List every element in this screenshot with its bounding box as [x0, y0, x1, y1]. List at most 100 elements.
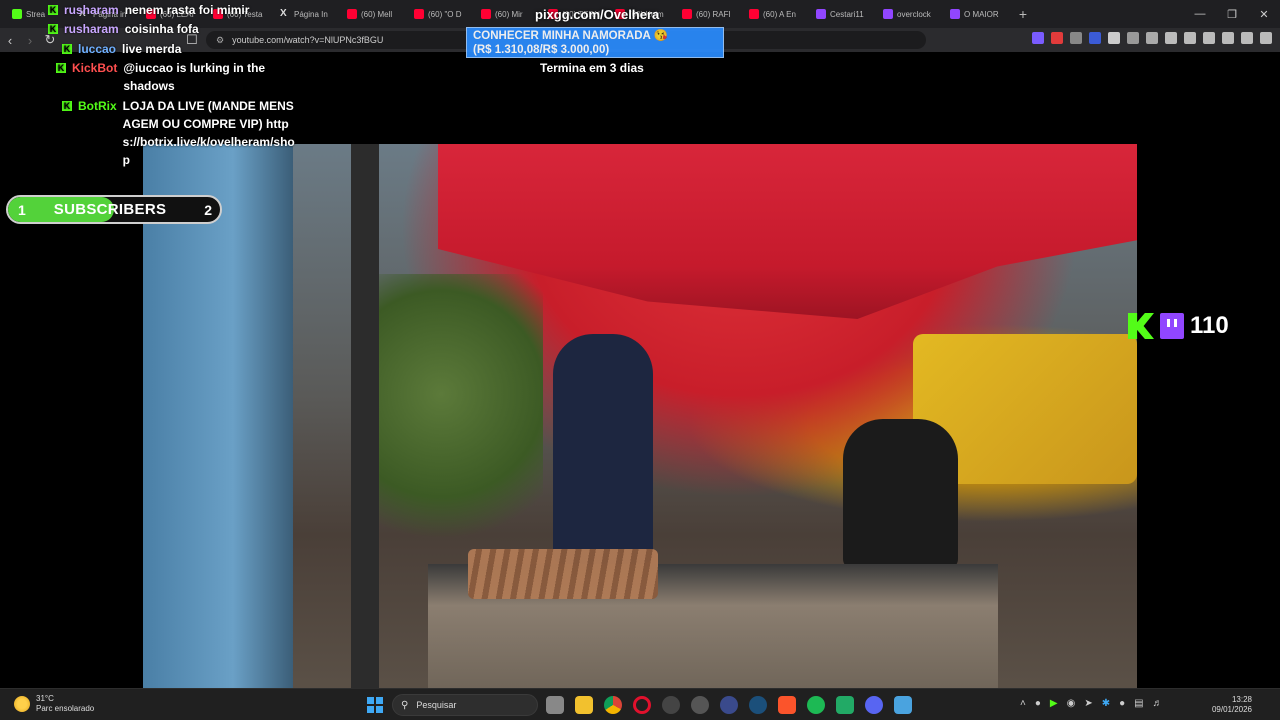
sun-icon [14, 696, 30, 712]
tab-label: Strea [26, 9, 46, 19]
youtube-icon [481, 9, 491, 19]
tab-label: (60) "O D [428, 9, 462, 19]
tab[interactable]: (60) Mell [341, 2, 408, 26]
tray-icon[interactable]: ➤ [1084, 698, 1092, 709]
music-icon[interactable] [1165, 32, 1177, 44]
extension-icon[interactable] [1108, 32, 1120, 44]
chat-username: KickBot [72, 61, 118, 75]
subscriber-label: SUBSCRIBERS [53, 201, 167, 218]
viewer-counter: 110 [1128, 312, 1229, 340]
subscriber-goal-bar: 1 SUBSCRIBERS 2 [6, 195, 222, 224]
windows-start-icon[interactable] [367, 697, 383, 713]
extension-icon[interactable] [1032, 32, 1044, 44]
shield-icon[interactable] [1241, 32, 1253, 44]
clock[interactable]: 13:28 09/01/2026 [1212, 695, 1252, 715]
tab-label: (60) Mell [361, 9, 393, 19]
minimize-icon[interactable]: — [1184, 0, 1216, 28]
blue-wall [143, 144, 293, 702]
tab-label: O MAIOR [964, 9, 999, 19]
menu-icon[interactable] [1260, 32, 1272, 44]
donation-goal-title: CONHECER MINHA NAMORADA 😘 [473, 30, 668, 42]
twitch-icon [816, 9, 826, 19]
discord-icon[interactable] [865, 696, 883, 714]
tab[interactable]: O MAIOR [944, 2, 1011, 26]
volume-icon[interactable]: ♬ [1153, 698, 1163, 709]
chevron-up-icon[interactable]: ˄ [1020, 698, 1026, 709]
clock-time: 13:28 [1231, 695, 1252, 704]
kick-badge-icon: K [56, 63, 66, 73]
tab[interactable]: (60) A En [743, 2, 810, 26]
kick-badge-icon: K [48, 24, 58, 34]
weather-widget[interactable]: 31°C Parc ensolarado [14, 694, 94, 714]
kick-badge-icon: K [48, 5, 58, 15]
network-icon[interactable]: ▤ [1134, 698, 1143, 709]
forward-icon[interactable]: › [20, 30, 40, 50]
bluetooth-icon[interactable]: ✱ [1102, 698, 1110, 709]
person-cooking [553, 334, 653, 564]
youtube-icon [749, 9, 759, 19]
system-tray: ˄ ● ▶ ◉ ➤ ✱ ● ▤ ♬ [1020, 698, 1163, 709]
tray-icon[interactable]: ● [1035, 698, 1041, 709]
search-icon: ⚲ [401, 699, 409, 711]
chat-message: K rusharam coisinha fofa [48, 20, 300, 38]
tab-label: Cestari11 [830, 9, 864, 19]
donation-goal-deadline: Termina em 3 dias [540, 61, 644, 75]
chat-text: live merda [122, 42, 182, 56]
weather-temp: 31°C [36, 694, 54, 703]
plants [373, 274, 543, 574]
kick-icon [12, 9, 22, 19]
mic-icon[interactable]: ● [1119, 698, 1125, 709]
sidebar-icon[interactable] [1184, 32, 1196, 44]
tab[interactable]: (60) Mir [475, 2, 542, 26]
wallet-icon[interactable] [1203, 32, 1215, 44]
notepad-icon[interactable] [894, 696, 912, 714]
chat-text: @iuccao is lurking in the shadows [123, 61, 266, 93]
twitch-icon [883, 9, 893, 19]
puzzle-icon[interactable] [1146, 32, 1158, 44]
app-icon[interactable] [662, 696, 680, 714]
app-icon[interactable] [720, 696, 738, 714]
subscriber-current: 1 [18, 201, 26, 218]
app-icon[interactable] [836, 696, 854, 714]
back-icon[interactable]: ‹ [0, 30, 20, 50]
spotify-icon[interactable] [807, 696, 825, 714]
clock-date: 09/01/2026 [1211, 705, 1252, 714]
tab[interactable]: Cestari11 [810, 2, 877, 26]
brave-icon[interactable] [778, 696, 796, 714]
extension-icon[interactable] [1127, 32, 1139, 44]
kick-badge-icon: K [62, 101, 72, 111]
taskbar-search[interactable]: ⚲ Pesquisar [392, 694, 538, 716]
tab-label: (60) A En [763, 9, 796, 19]
tray-icon[interactable]: ◉ [1067, 698, 1076, 709]
steam-icon[interactable] [749, 696, 767, 714]
taskbar-apps [546, 696, 912, 714]
chat-username: BotRix [78, 99, 117, 113]
camera-feed[interactable] [143, 144, 1137, 702]
donation-goal-amount: (R$ 1.310,08/R$ 3.000,00) [473, 44, 610, 56]
skewers [468, 549, 658, 599]
extension-icon[interactable] [1070, 32, 1082, 44]
youtube-icon [347, 9, 357, 19]
tab[interactable]: (60) "O D [408, 2, 475, 26]
chat-username: luccao [78, 42, 117, 56]
tab[interactable]: overclock [877, 2, 944, 26]
opera-icon[interactable] [633, 696, 651, 714]
task-view-icon[interactable] [546, 696, 564, 714]
file-explorer-icon[interactable] [575, 696, 593, 714]
donation-goal-box: CONHECER MINHA NAMORADA 😘 (R$ 1.310,08/R… [466, 27, 724, 58]
extension-icon[interactable] [1089, 32, 1101, 44]
close-icon[interactable]: ✕ [1248, 0, 1280, 28]
screen: Strea X Página in (60) LEAI (60) Testa XP… [0, 0, 1280, 720]
search-placeholder: Pesquisar [416, 700, 457, 710]
chat-message: K luccao live merda [62, 40, 297, 58]
chrome-icon[interactable] [604, 696, 622, 714]
viewer-count: 110 [1190, 312, 1229, 339]
extension-icon[interactable] [1051, 32, 1063, 44]
app-icon[interactable] [691, 696, 709, 714]
new-tab-button[interactable]: + [1011, 6, 1035, 22]
maximize-icon[interactable]: ❐ [1216, 0, 1248, 28]
ai-icon[interactable] [1222, 32, 1234, 44]
tray-icon[interactable]: ▶ [1050, 698, 1058, 709]
tab[interactable]: (60) RAFI [676, 2, 743, 26]
chat-text: nenem rasta foi mimir [124, 3, 250, 17]
